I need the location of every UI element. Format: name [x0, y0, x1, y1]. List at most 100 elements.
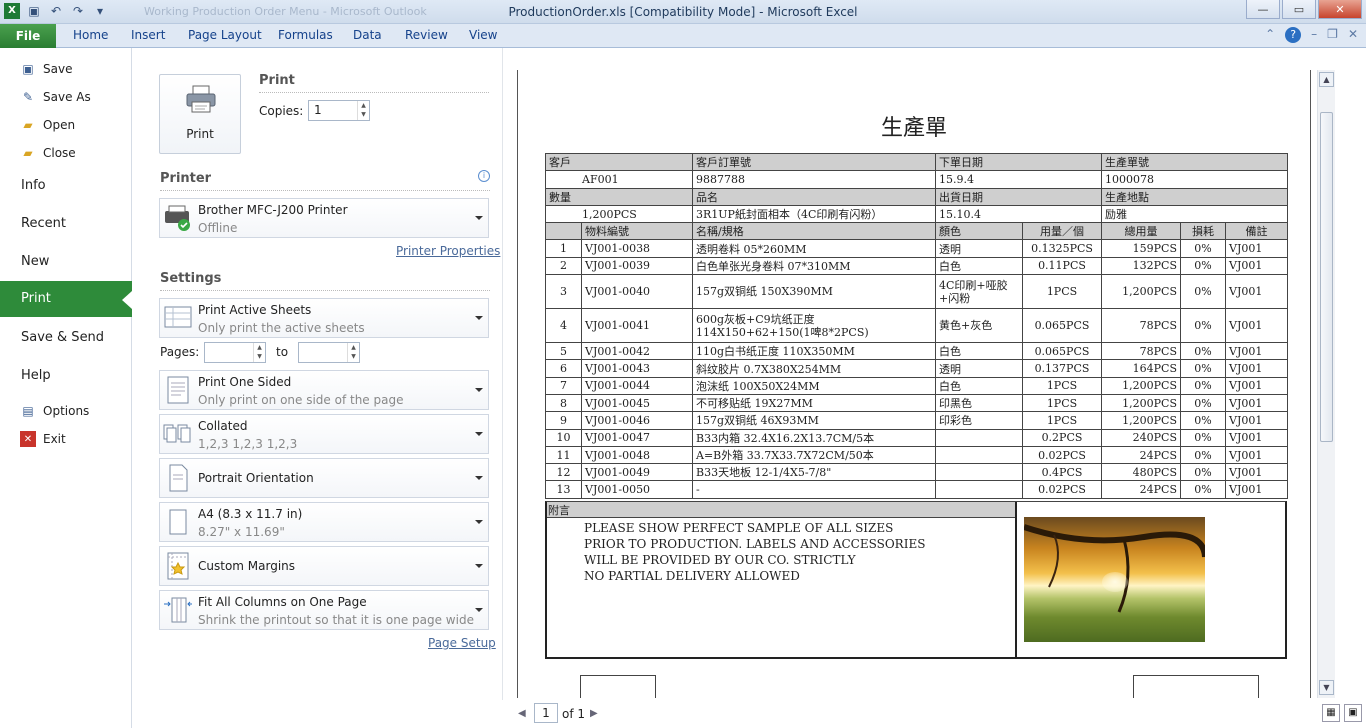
table-cell: VJ001-0042 [581, 342, 693, 361]
preview-footer: ◀ 1 of 1 ▶ ▦ ▣ [502, 700, 1366, 728]
collapse-ribbon-icon[interactable]: ⌃ [1265, 27, 1275, 43]
table-cell: 透明卷料 05*260MM [692, 239, 936, 258]
table-cell: 0.137PCS [1022, 359, 1102, 378]
collation-dropdown[interactable]: Collated 1,2,3 1,2,3 1,2,3 [159, 414, 489, 454]
folder-open-icon: ▰ [23, 118, 33, 132]
nav-save[interactable]: ▣ Save [20, 61, 72, 77]
sides-dropdown[interactable]: Print One Sided Only print on one side o… [159, 370, 489, 410]
printer-properties-link[interactable]: Printer Properties [396, 244, 500, 258]
table-row: 13 VJ001-0050- 0.02PCS 24PCS 0% VJ001 [545, 480, 1288, 499]
tab-home[interactable]: Home [73, 28, 108, 42]
printer-dropdown[interactable]: Brother MFC-J200 Printer Offline [159, 198, 489, 238]
autumn-tree-photo [1024, 517, 1205, 642]
zoom-to-page-icon[interactable]: ▣ [1344, 704, 1362, 722]
margins-dropdown[interactable]: Custom Margins [159, 546, 489, 586]
nav-new[interactable]: New [21, 254, 49, 269]
nav-print-highlight[interactable] [0, 281, 132, 317]
minimize-button[interactable]: — [1246, 0, 1280, 19]
signature-box-right [1133, 675, 1259, 698]
table-cell: VJ001 [1225, 463, 1288, 482]
options-icon: ▤ [22, 404, 34, 418]
scroll-down-button[interactable]: ▼ [1319, 680, 1334, 695]
copies-stepper[interactable]: 1 ▲ ▼ [308, 100, 370, 121]
scroll-thumb[interactable] [1320, 112, 1333, 442]
orientation-main: Portrait Orientation [198, 471, 314, 485]
table-cell: 11 [545, 445, 582, 465]
minimize-workbook-icon[interactable]: – [1311, 27, 1317, 43]
nav-save-send[interactable]: Save & Send [21, 330, 104, 345]
table-row: 11 VJ001-0048 A=B外箱 33.7X33.7X72CM/50本 0.02… [545, 445, 1288, 465]
nav-open[interactable]: ▰ Open [20, 117, 75, 133]
pages-from-input[interactable]: ▲ ▼ [204, 342, 266, 363]
print-button[interactable]: Print [159, 74, 241, 154]
nav-save-as[interactable]: ✎ Save As [20, 89, 91, 105]
nav-close[interactable]: ▰ Close [20, 145, 75, 161]
table-cell: 10 [545, 428, 582, 447]
table-cell: 110g白书纸正度 110X350MM [692, 342, 936, 361]
orientation-dropdown[interactable]: Portrait Orientation [159, 458, 489, 498]
table-cell: VJ001-0045 [581, 393, 693, 413]
sun-glow [1102, 572, 1128, 592]
next-page-icon[interactable]: ▶ [590, 708, 598, 719]
table-cell: VJ001 [1225, 445, 1288, 465]
table-row: AF001 9887788 15.9.4 1000078 [545, 170, 1288, 189]
sides-sub: Only print on one side of the page [198, 393, 404, 407]
page-count: of 1 [562, 707, 586, 721]
page-setup-link[interactable]: Page Setup [428, 636, 496, 650]
paper-size-dropdown[interactable]: A4 (8.3 x 11.7 in) 8.27" x 11.69" [159, 502, 489, 542]
tab-review[interactable]: Review [405, 28, 448, 42]
print-section-title: Print [259, 73, 295, 88]
notes-text: PLEASE SHOW PERFECT SAMPLE OF ALL SIZES … [584, 520, 925, 584]
tab-view[interactable]: View [469, 28, 497, 42]
nav-exit[interactable]: ✕ Exit [20, 431, 66, 447]
help-icon[interactable]: ? [1285, 27, 1302, 43]
pages-from-spin[interactable]: ▲ ▼ [253, 343, 265, 362]
table-cell: 240PCS [1101, 428, 1181, 447]
table-cell: 0.02PCS [1022, 480, 1102, 499]
nav-info[interactable]: Info [21, 178, 46, 193]
close-workbook-icon[interactable]: ✕ [1348, 27, 1358, 43]
table-cell: 24PCS [1101, 445, 1181, 465]
restore-workbook-icon[interactable]: ❐ [1327, 27, 1338, 43]
previous-page-icon[interactable]: ◀ [518, 708, 526, 719]
collated-icon [163, 424, 191, 443]
nav-print[interactable]: Print [21, 291, 51, 306]
scaling-dropdown[interactable]: Fit All Columns on One Page Shrink the p… [159, 590, 489, 630]
table-cell: 客戶 [545, 152, 693, 172]
preview-scrollbar[interactable]: ▲ ▼ [1317, 70, 1335, 698]
nav-help[interactable]: Help [21, 368, 51, 383]
table-cell: 0% [1180, 239, 1226, 258]
table-cell: 1,200PCS [1101, 376, 1181, 395]
table-cell: A=B外箱 33.7X33.7X72CM/50本 [692, 445, 936, 465]
portrait-icon [169, 464, 188, 492]
table-cell: 4C印刷+哑胶+闪粉 [935, 274, 1023, 310]
save-icon: ▣ [22, 62, 34, 76]
table-cell: 1PCS [1022, 411, 1102, 430]
margins-main: Custom Margins [198, 559, 296, 573]
close-button[interactable]: ✕ [1318, 0, 1362, 19]
page-number-input[interactable]: 1 [534, 703, 558, 723]
tab-insert[interactable]: Insert [131, 28, 165, 42]
tab-file[interactable]: File [0, 24, 56, 48]
paper-size-sub: 8.27" x 11.69" [198, 525, 285, 539]
restore-button[interactable]: ▭ [1282, 0, 1316, 19]
nav-recent[interactable]: Recent [21, 216, 66, 231]
table-cell: VJ001 [1225, 376, 1288, 395]
table-cell: 黄色+灰色 [935, 308, 1023, 344]
tab-formulas[interactable]: Formulas [278, 28, 333, 42]
show-margins-icon[interactable]: ▦ [1322, 704, 1340, 722]
copies-spin-arrows[interactable]: ▲ ▼ [357, 101, 369, 120]
backstage-nav: ▣ Save ✎ Save As ▰ Open ▰ Close Info Rec… [0, 48, 132, 728]
pages-to-input[interactable]: ▲ ▼ [298, 342, 360, 363]
nav-options[interactable]: ▤ Options [20, 403, 89, 419]
table-row: 9 VJ001-0046 157g双铜纸 46X93MM 印彩色 1PCS 1,200PC… [545, 411, 1288, 430]
tab-data[interactable]: Data [353, 28, 382, 42]
print-what-dropdown[interactable]: Print Active Sheets Only print the activ… [159, 298, 489, 338]
tab-page-layout[interactable]: Page Layout [188, 28, 262, 42]
info-icon[interactable]: i [478, 170, 490, 182]
pages-to-spin[interactable]: ▲ ▼ [347, 343, 359, 362]
sheets-icon [164, 306, 192, 328]
table-cell: 8 [545, 393, 582, 413]
table-cell: 備註 [1225, 222, 1288, 241]
scroll-up-button[interactable]: ▲ [1319, 72, 1334, 87]
